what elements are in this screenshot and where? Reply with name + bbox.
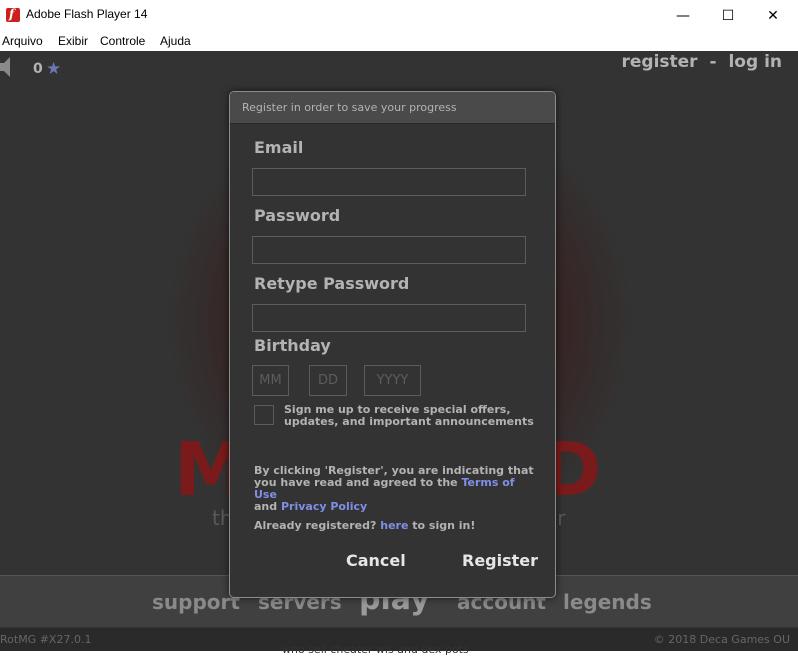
window-title: Adobe Flash Player 14	[26, 7, 148, 21]
email-label: Email	[254, 138, 304, 157]
email-field[interactable]	[252, 168, 526, 196]
already-registered-text: Already registered? here to sign in!	[254, 519, 475, 532]
privacy-policy-link[interactable]: Privacy Policy	[281, 500, 367, 513]
menu-bar: Arquivo Exibir Controle Ajuda	[0, 31, 798, 51]
top-links: register - log in	[621, 52, 782, 72]
menu-item-exibir[interactable]: Exibir	[58, 34, 88, 48]
register-button[interactable]: Register	[462, 551, 538, 570]
minimize-icon: —	[676, 7, 690, 24]
link-separator: -	[709, 52, 717, 72]
offers-label: Sign me up to receive special offers, up…	[284, 403, 534, 428]
register-dialog: Register in order to save your progress …	[229, 91, 556, 598]
birth-day-field[interactable]	[309, 365, 347, 396]
dialog-header: Register in order to save your progress	[230, 92, 555, 124]
star-count: 0	[33, 61, 43, 77]
window-titlebar: f Adobe Flash Player 14 — ☐ ✕	[0, 0, 798, 31]
menu-item-arquivo[interactable]: Arquivo	[2, 34, 43, 48]
maximize-button[interactable]: ☐	[705, 0, 751, 31]
password-field[interactable]	[252, 236, 526, 264]
birthday-label: Birthday	[254, 336, 331, 355]
cancel-button[interactable]: Cancel	[346, 551, 406, 570]
nav-support[interactable]: support	[152, 590, 240, 614]
version-label: RotMG #X27.0.1	[0, 633, 92, 646]
menu-item-ajuda[interactable]: Ajuda	[160, 34, 191, 48]
bottom-strip: who sell cheater wis and dex pots	[0, 643, 798, 656]
sign-in-here-link[interactable]: here	[380, 519, 408, 532]
nav-legends[interactable]: legends	[563, 590, 652, 614]
close-button[interactable]: ✕	[750, 0, 796, 31]
flash-player-icon: f	[6, 7, 20, 22]
legal-text: By clicking 'Register', you are indicati…	[254, 465, 534, 513]
register-link[interactable]: register	[621, 52, 697, 72]
dialog-title: Register in order to save your progress	[242, 101, 457, 114]
copyright-label: © 2018 Deca Games OU	[653, 633, 790, 646]
already-prefix: Already registered?	[254, 519, 381, 532]
retype-password-label: Retype Password	[254, 274, 410, 293]
birth-year-field[interactable]	[364, 365, 421, 396]
maximize-icon: ☐	[721, 7, 735, 24]
password-label: Password	[254, 206, 341, 225]
speaker-icon[interactable]	[0, 57, 10, 77]
menu-item-controle[interactable]: Controle	[100, 34, 145, 48]
retype-password-field[interactable]	[252, 304, 526, 332]
minimize-button[interactable]: —	[660, 0, 706, 31]
login-link[interactable]: log in	[728, 52, 782, 72]
below-page-text: who sell cheater wis and dex pots	[282, 643, 469, 656]
close-icon: ✕	[767, 7, 779, 24]
birth-month-field[interactable]	[252, 365, 289, 396]
already-suffix: to sign in!	[408, 519, 476, 532]
star-icon: ★	[46, 59, 62, 79]
legal-and: and	[254, 500, 281, 513]
offers-checkbox[interactable]	[254, 405, 274, 425]
